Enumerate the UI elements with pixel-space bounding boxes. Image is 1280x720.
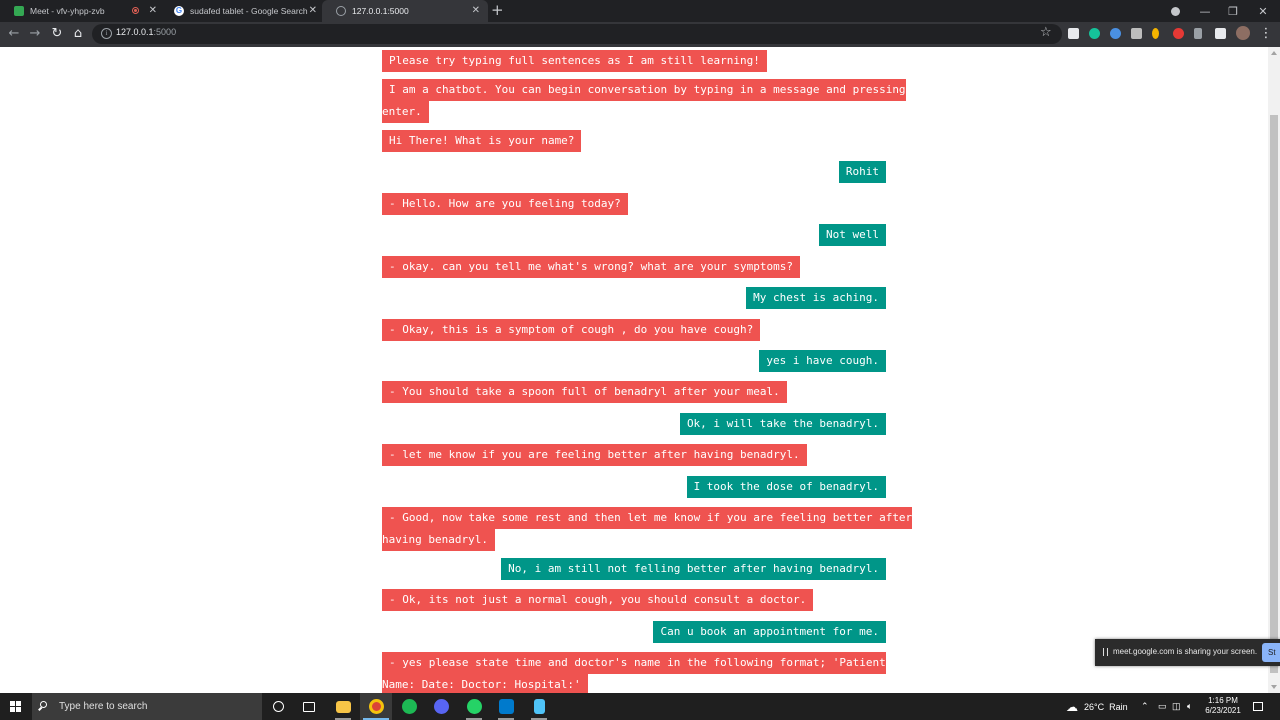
chrome-icon[interactable] <box>360 693 392 720</box>
clock-time: 1:16 PM <box>1208 696 1238 705</box>
restore-icon[interactable]: ❐ <box>1218 0 1248 22</box>
bot-message: Please try typing full sentences as I am… <box>382 50 767 72</box>
scrollbar-thumb[interactable] <box>1270 115 1278 673</box>
tab-meet[interactable]: Meet - vfv-yhpp-zvb ✕ <box>0 0 165 22</box>
bot-message: - You should take a spoon full of benadr… <box>382 381 787 403</box>
info-icon[interactable]: i <box>101 28 112 39</box>
globe-icon <box>336 6 346 16</box>
task-view-icon[interactable] <box>293 693 325 720</box>
user-message: Can u book an appointment for me. <box>653 621 886 643</box>
google-icon: G <box>174 6 184 16</box>
cortana-icon[interactable] <box>262 693 294 720</box>
bot-message: - Good, now take some rest and then let … <box>382 507 913 551</box>
tab-google-search[interactable]: G sudafed tablet - Google Search ✕ <box>160 0 325 22</box>
network-icon[interactable]: ◫ <box>1172 693 1181 720</box>
recording-icon <box>132 7 139 14</box>
scroll-down-icon[interactable] <box>1271 685 1277 689</box>
tab-title: sudafed tablet - Google Search <box>190 6 308 16</box>
bookmark-star-icon[interactable]: ☆ <box>1040 25 1052 40</box>
extension-icon[interactable] <box>1173 28 1184 39</box>
avatar[interactable] <box>1236 26 1250 40</box>
notepad-icon[interactable] <box>523 693 555 720</box>
close-window-icon[interactable]: ✕ <box>1248 0 1278 22</box>
reload-icon[interactable]: ↻ <box>49 26 65 42</box>
stop-sharing-button[interactable]: St <box>1262 643 1280 662</box>
weather-temp: 26°C <box>1084 701 1105 712</box>
extension-icon[interactable] <box>1131 28 1142 39</box>
file-explorer-icon[interactable] <box>327 693 359 720</box>
pause-icon <box>1103 648 1108 656</box>
menu-kebab-icon[interactable]: ⋮ <box>1258 26 1274 42</box>
scroll-up-icon[interactable] <box>1271 51 1277 55</box>
address-url: 127.0.0.1:5000 <box>116 27 177 37</box>
share-notice-text: meet.google.com is sharing your screen. <box>1113 647 1258 656</box>
user-message: I took the dose of benadryl. <box>686 476 886 498</box>
bot-message: - Okay, this is a symptom of cough , do … <box>382 319 761 341</box>
tab-title: 127.0.0.1:5000 <box>352 6 409 16</box>
vscode-icon[interactable] <box>490 693 522 720</box>
address-bar[interactable]: i 127.0.0.1:5000 <box>92 24 1062 44</box>
clock-date: 6/23/2021 <box>1205 706 1241 715</box>
volume-icon[interactable]: 🔈︎ <box>1187 693 1192 720</box>
windows-taskbar: Type here to search ☁ 26°C Rain ⌃ ▭ ◫ 🔈︎… <box>0 693 1280 720</box>
user-message: yes i have cough. <box>759 350 886 372</box>
bot-message: I am a chatbot. You can begin conversati… <box>382 79 906 123</box>
user-message: My chest is aching. <box>746 287 886 309</box>
page-scrollbar[interactable] <box>1268 47 1280 693</box>
weather-condition: Rain <box>1109 701 1128 712</box>
search-icon <box>40 701 47 708</box>
close-tab-icon[interactable]: ✕ <box>472 5 480 16</box>
close-tab-icon[interactable]: ✕ <box>309 5 317 16</box>
minimize-icon[interactable]: — <box>1190 0 1220 22</box>
user-message: Not well <box>819 224 886 246</box>
chat-page: Please try typing full sentences as I am… <box>0 47 1268 693</box>
bot-message: Hi There! What is your name? <box>382 130 582 152</box>
extension-icon[interactable] <box>1110 28 1121 39</box>
eyedropper-icon[interactable] <box>1194 28 1202 39</box>
rain-cloud-icon: ☁ <box>1066 699 1078 714</box>
windows-start-icon[interactable] <box>10 701 21 712</box>
notifications-icon[interactable] <box>1253 693 1263 720</box>
whatsapp-icon[interactable] <box>458 693 490 720</box>
battery-icon[interactable]: ▭ <box>1158 693 1167 720</box>
plus-icon[interactable]: + <box>491 3 504 18</box>
show-hidden-icons-icon[interactable]: ⌃ <box>1141 693 1149 720</box>
bot-message: - yes please state time and doctor's nam… <box>382 652 886 693</box>
bot-message: - okay. can you tell me what's wrong? wh… <box>382 256 800 278</box>
user-message: No, i am still not felling better after … <box>501 558 886 580</box>
close-tab-icon[interactable]: ✕ <box>149 5 157 16</box>
system-clock[interactable]: 1:16 PM 6/23/2021 <box>1200 696 1246 716</box>
bot-message: - Ok, its not just a normal cough, you s… <box>382 589 814 611</box>
extension-icon[interactable] <box>1068 28 1079 39</box>
google-meet-icon <box>14 6 24 16</box>
user-message: Rohit <box>838 161 886 183</box>
extension-icon[interactable] <box>1152 28 1159 39</box>
bot-message: - let me know if you are feeling better … <box>382 444 807 466</box>
grammarly-icon[interactable] <box>1089 28 1100 39</box>
forward-icon[interactable]: → <box>27 26 43 42</box>
screen-share-notice: meet.google.com is sharing your screen. … <box>1095 639 1280 666</box>
bot-message: - Hello. How are you feeling today? <box>382 193 628 215</box>
browser-toolbar: ← → ↻ ⌂ i 127.0.0.1:5000 ☆ ⋮ <box>0 22 1280 47</box>
profile-menu-icon[interactable] <box>1160 0 1190 22</box>
tab-title: Meet - vfv-yhpp-zvb <box>30 6 105 16</box>
home-icon[interactable]: ⌂ <box>70 26 86 42</box>
taskbar-search-box[interactable]: Type here to search <box>32 693 262 720</box>
search-placeholder: Type here to search <box>59 701 148 712</box>
tab-localhost[interactable]: 127.0.0.1:5000 ✕ <box>322 0 488 22</box>
spotify-icon[interactable] <box>393 693 425 720</box>
user-message: Ok, i will take the benadryl. <box>679 413 886 435</box>
puzzle-icon[interactable] <box>1215 28 1226 39</box>
back-icon[interactable]: ← <box>6 26 22 42</box>
weather-widget[interactable]: ☁ 26°C Rain <box>1066 693 1128 720</box>
browser-tab-strip: Meet - vfv-yhpp-zvb ✕ G sudafed tablet -… <box>0 0 1280 22</box>
discord-icon[interactable] <box>425 693 457 720</box>
